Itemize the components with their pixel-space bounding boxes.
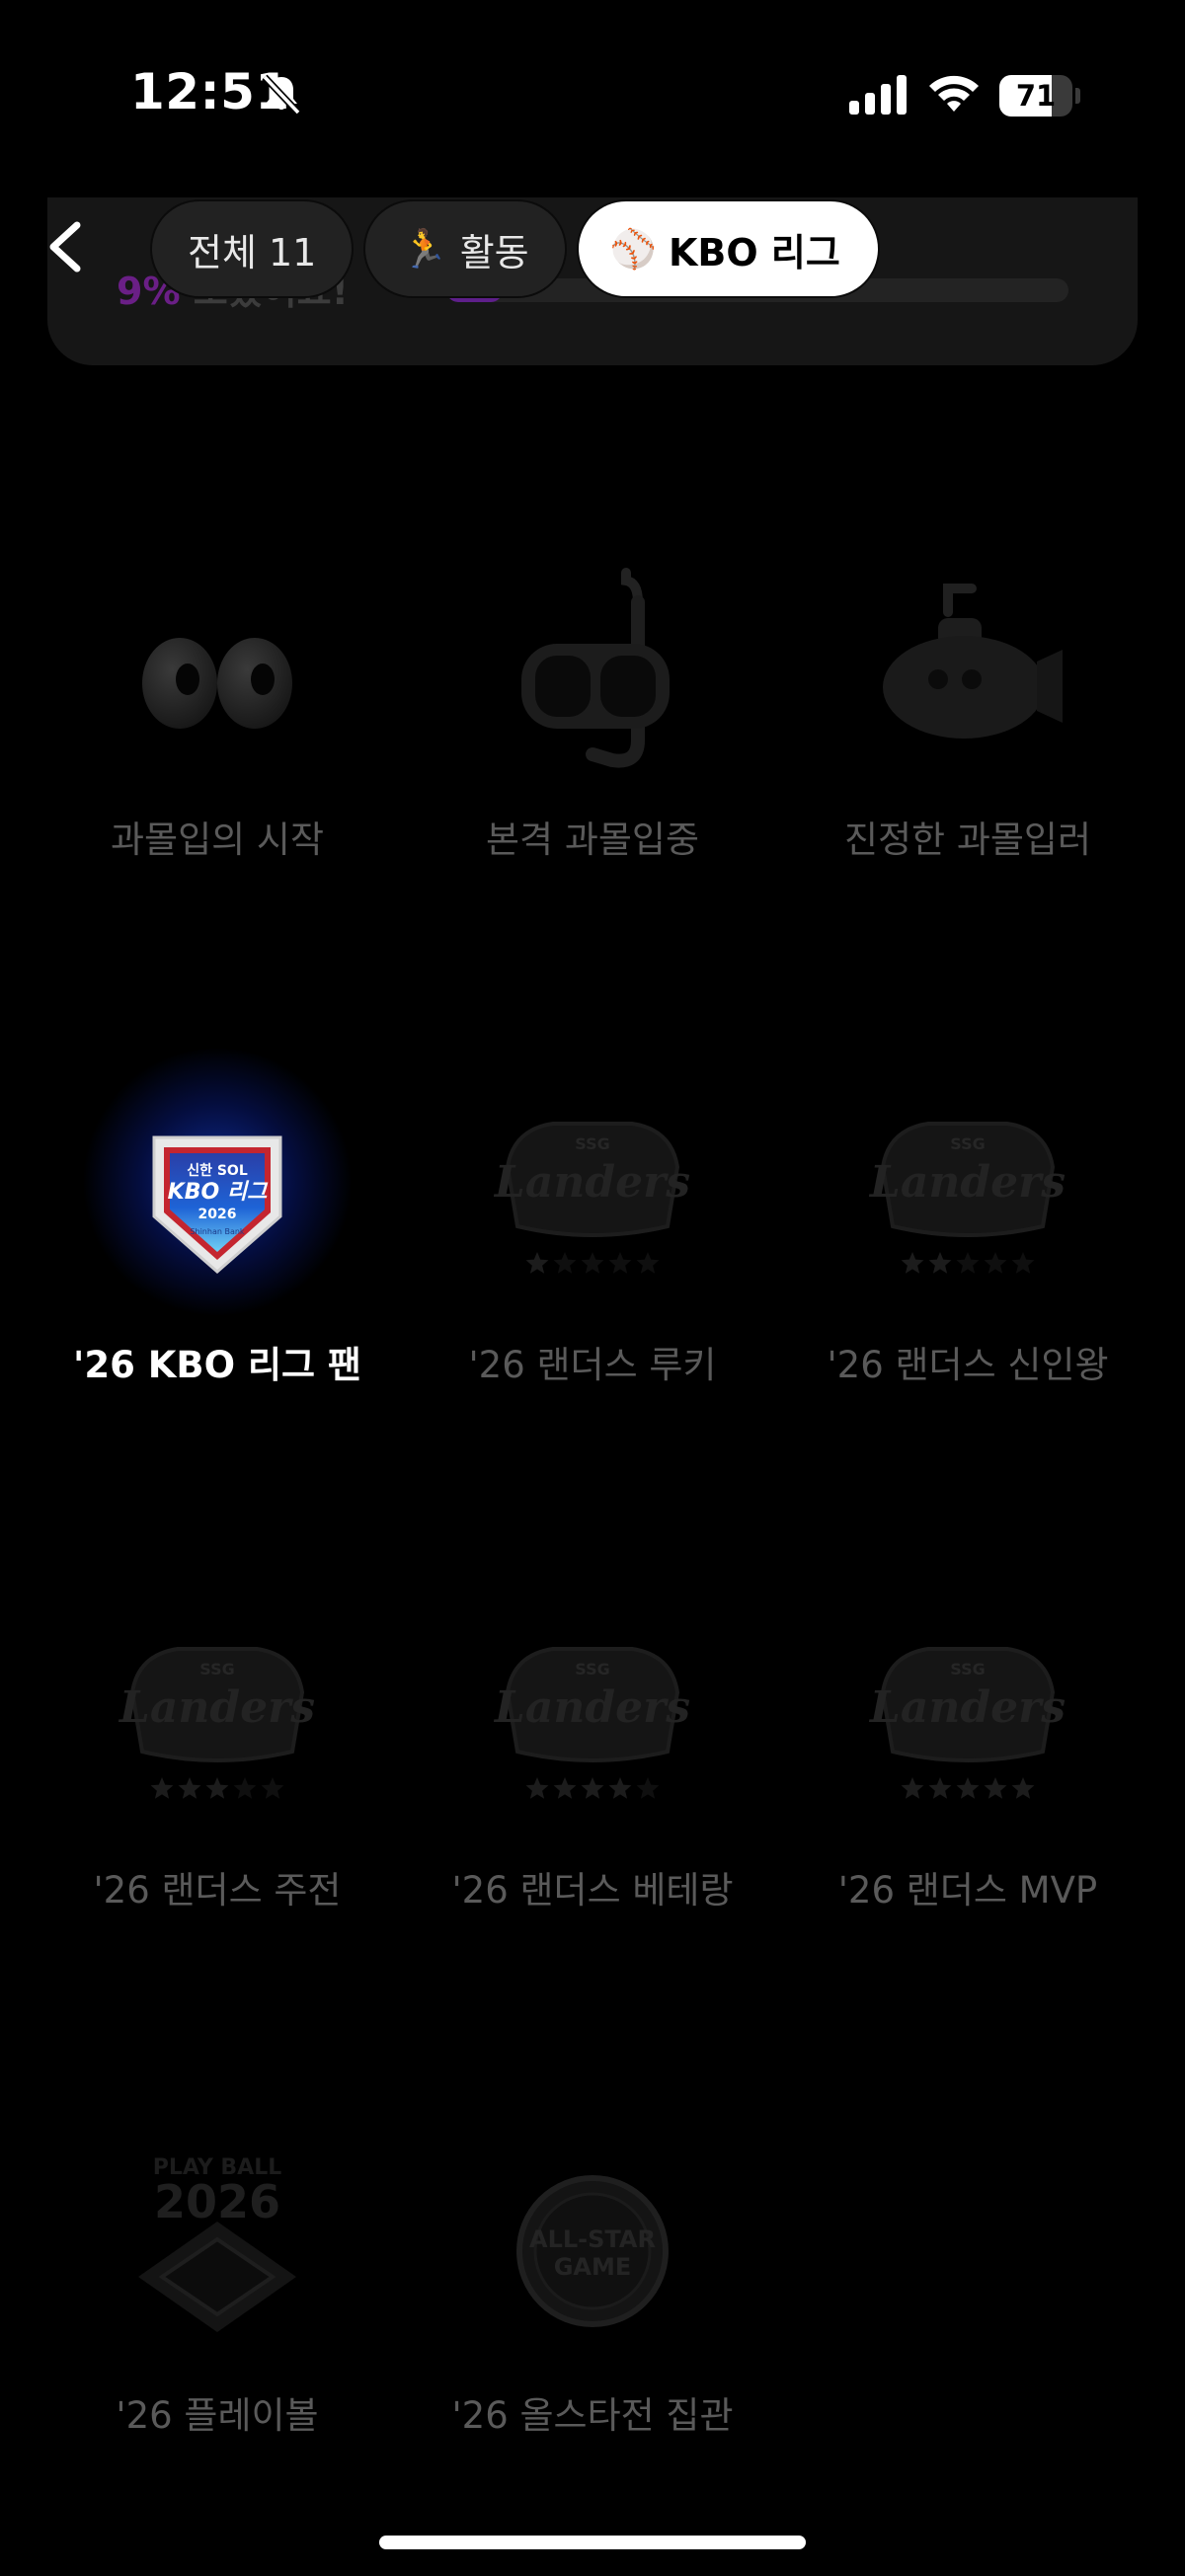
badge-label: '26 랜더스 MVP (837, 1869, 1098, 1912)
badge-label: 과몰입의 시작 (110, 819, 324, 861)
star-empty-icon (636, 1252, 660, 1274)
landers-logo-icon: SSG Landers (494, 1122, 690, 1274)
allstar-title: ALL-STAR (529, 2225, 656, 2253)
badge-item[interactable]: SSG Landers '26 랜더스 루키 (405, 1039, 780, 1414)
cellular-signal-icon (849, 75, 907, 115)
playball-year: 2026 (154, 2175, 280, 2228)
landers-logo-main-text: Landers (494, 1682, 690, 1733)
star-filled-icon (928, 1777, 952, 1799)
star-filled-icon (928, 1252, 952, 1274)
star-filled-icon (205, 1777, 229, 1799)
chevron-left-icon (49, 221, 81, 273)
landers-logo-main-text: Landers (118, 1682, 315, 1733)
star-filled-icon (1011, 1777, 1035, 1799)
baseball-icon: ⚾ (609, 226, 657, 271)
badge-label: 진정한 과몰입러 (843, 819, 1092, 861)
star-filled-icon (525, 1777, 549, 1799)
badge-item[interactable]: SSG Landers '26 랜더스 베테랑 (405, 1564, 780, 1939)
allstar-subtitle: GAME (554, 2253, 632, 2281)
landers-logo-icon: SSG Landers (494, 1647, 690, 1799)
star-empty-icon (984, 1252, 1007, 1274)
star-empty-icon (636, 1777, 660, 1799)
landers-logo-top-text: SSG (950, 1660, 985, 1678)
kbo-league-badge-icon: 신한 SOL KBO 리그 2026 Shinhan Bank (152, 1135, 282, 1274)
play-ball-stadium-icon: PLAY BALL 2026 (138, 2155, 296, 2332)
bell-slash-icon (262, 74, 301, 116)
star-filled-icon (608, 1777, 632, 1799)
status-bar: 12:51 71 (0, 0, 1185, 188)
wifi-icon (929, 75, 979, 112)
landers-logo-icon: SSG Landers (869, 1647, 1066, 1799)
landers-logo-top-text: SSG (575, 1134, 609, 1153)
star-filled-icon (901, 1252, 924, 1274)
badge-label: '26 랜더스 주전 (93, 1869, 342, 1912)
kbo-badge-title: KBO 리그 (168, 1180, 269, 1205)
landers-logo-main-text: Landers (494, 1157, 690, 1208)
battery-icon: 71 (999, 75, 1080, 117)
landers-logo-top-text: SSG (199, 1660, 234, 1678)
landers-logo-main-text: Landers (869, 1157, 1066, 1208)
star-filled-icon (956, 1777, 980, 1799)
badge-item[interactable]: 과몰입의 시작 (30, 513, 405, 889)
star-filled-icon (553, 1777, 577, 1799)
star-empty-icon (261, 1777, 284, 1799)
star-filled-icon (984, 1777, 1007, 1799)
star-empty-icon (233, 1777, 257, 1799)
badge-label: '26 올스타전 집관 (451, 2394, 734, 2437)
snorkel-mask-icon (521, 568, 670, 768)
star-filled-icon (150, 1777, 174, 1799)
badge-label: '26 랜더스 베테랑 (451, 1869, 734, 1912)
home-indicator[interactable] (379, 2536, 806, 2549)
badge-item[interactable]: 진정한 과몰입러 (780, 513, 1155, 889)
submarine-icon (883, 584, 1063, 739)
tab-activity[interactable]: 🏃 활동 (365, 201, 565, 296)
badge-item[interactable]: 본격 과몰입중 (405, 513, 780, 889)
badge-item[interactable]: SSG Landers '26 랜더스 주전 (30, 1564, 405, 1939)
all-star-game-icon: ALL-STAR GAME (516, 2175, 669, 2327)
landers-logo-main-text: Landers (869, 1682, 1066, 1733)
badge-label: '26 랜더스 신인왕 (827, 1344, 1109, 1386)
star-empty-icon (608, 1252, 632, 1274)
star-empty-icon (553, 1252, 577, 1274)
tab-kbo-league[interactable]: ⚾ KBO 리그 (578, 201, 878, 296)
kbo-badge-sponsor: 신한 SOL (187, 1163, 248, 1179)
tab-all-label: 전체 11 (188, 230, 317, 274)
badge-label: '26 플레이볼 (116, 2394, 319, 2437)
tab-all[interactable]: 전체 11 (152, 201, 353, 296)
landers-logo-icon: SSG Landers (118, 1647, 315, 1799)
tab-activity-label: 활동 (459, 230, 529, 274)
tab-kbo-league-label: KBO 리그 (668, 230, 840, 274)
kbo-badge-bank: Shinhan Bank (190, 1227, 244, 1236)
badge-item[interactable]: 신한 SOL KBO 리그 2026 Shinhan Bank '26 KBO … (30, 1039, 405, 1414)
star-filled-icon (525, 1252, 549, 1274)
badge-item[interactable]: ALL-STAR GAME '26 올스타전 집관 (405, 2089, 780, 2464)
category-tabs: 전체 11 🏃 활동 ⚾ KBO 리그 (152, 201, 878, 296)
running-person-icon: 🏃 (401, 226, 448, 271)
badge-item[interactable]: SSG Landers '26 랜더스 신인왕 (780, 1039, 1155, 1414)
landers-logo-top-text: SSG (575, 1660, 609, 1678)
badge-item[interactable]: PLAY BALL 2026 '26 플레이볼 (30, 2089, 405, 2464)
star-filled-icon (178, 1777, 201, 1799)
star-empty-icon (956, 1252, 980, 1274)
badge-label: 본격 과몰입중 (485, 819, 699, 861)
star-empty-icon (581, 1252, 604, 1274)
eyes-icon (142, 638, 292, 729)
star-filled-icon (901, 1777, 924, 1799)
badge-item[interactable]: SSG Landers '26 랜더스 MVP (780, 1564, 1155, 1939)
landers-logo-icon: SSG Landers (869, 1122, 1066, 1274)
back-button[interactable] (34, 211, 97, 282)
kbo-badge-year: 2026 (198, 1207, 237, 1222)
badge-grid: 과몰입의 시작 본격 과몰입중 진정한 과몰입러 신한 SOL KBO 리그 2… (0, 0, 1185, 2576)
battery-level: 71 (1015, 79, 1057, 113)
badge-label: '26 KBO 리그 팬 (73, 1344, 361, 1386)
star-filled-icon (581, 1777, 604, 1799)
landers-logo-top-text: SSG (950, 1134, 985, 1153)
star-empty-icon (1011, 1252, 1035, 1274)
badge-label: '26 랜더스 루키 (468, 1344, 717, 1386)
